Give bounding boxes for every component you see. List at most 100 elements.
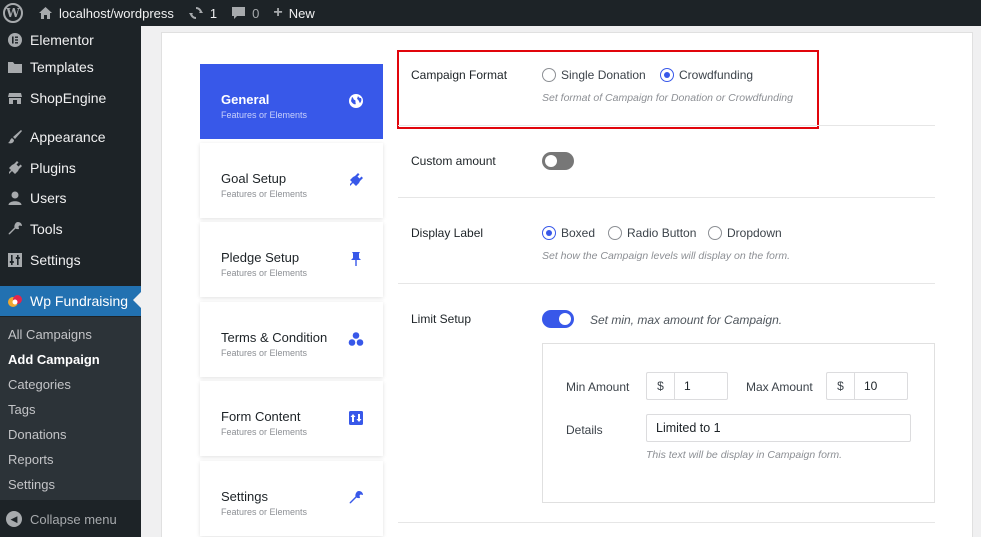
tab-settings[interactable]: Settings Features or Elements xyxy=(200,461,383,536)
tab-general[interactable]: General Features or Elements xyxy=(200,64,383,139)
radio-radio-button[interactable]: Radio Button xyxy=(608,226,696,240)
tab-subtitle: Features or Elements xyxy=(221,507,308,517)
sidebar-item-appearance[interactable]: Appearance xyxy=(0,123,141,151)
radio-label: Boxed xyxy=(561,226,596,240)
new-content-link[interactable]: + New xyxy=(266,0,321,26)
sidebar-item-tools[interactable]: Tools xyxy=(0,215,141,243)
plus-icon: + xyxy=(273,4,283,21)
sidebar-item-label: Elementor xyxy=(30,32,94,48)
campaign-format-hint: Set format of Campaign for Donation or C… xyxy=(542,92,793,104)
limit-setup-toggle[interactable] xyxy=(542,310,574,328)
tab-title: Settings xyxy=(221,489,268,504)
radio-circle-selected[interactable] xyxy=(542,226,556,240)
limit-setup-hint: Set min, max amount for Campaign. xyxy=(590,313,783,327)
wp-logo-menu[interactable]: W xyxy=(0,0,30,26)
user-icon xyxy=(6,189,24,207)
custom-amount-toggle[interactable] xyxy=(542,152,574,170)
tab-goal-setup[interactable]: Goal Setup Features or Elements xyxy=(200,143,383,218)
collapse-menu-button[interactable]: ◀ Collapse menu xyxy=(6,511,117,527)
submenu-categories[interactable]: Categories xyxy=(8,377,71,392)
details-hint: This text will be display in Campaign fo… xyxy=(646,449,843,461)
submenu-donations[interactable]: Donations xyxy=(8,427,67,442)
fundraising-icon xyxy=(6,292,24,310)
sidebar-item-wp-fundraising[interactable]: Wp Fundraising xyxy=(0,286,141,316)
plug-icon xyxy=(6,159,24,177)
sort-icon xyxy=(347,409,365,427)
limit-setup-label: Limit Setup xyxy=(411,312,472,326)
custom-amount-label: Custom amount xyxy=(411,154,496,168)
submenu-tags[interactable]: Tags xyxy=(8,402,35,417)
sidebar-item-templates[interactable]: Templates xyxy=(0,53,141,81)
sidebar-item-elementor[interactable]: Elementor xyxy=(0,26,141,54)
elementor-icon xyxy=(6,31,24,49)
tab-title: General xyxy=(221,92,270,107)
wordpress-logo-icon: W xyxy=(3,3,23,23)
submenu-settings[interactable]: Settings xyxy=(8,477,55,492)
submenu-all-campaigns[interactable]: All Campaigns xyxy=(8,327,92,342)
sidebar-item-label: Appearance xyxy=(30,129,106,145)
radio-dropdown[interactable]: Dropdown xyxy=(708,226,782,240)
min-currency-prefix: $ xyxy=(646,372,674,400)
admin-sidebar: Elementor Templates ShopEngine Appearanc… xyxy=(0,26,141,537)
globe-icon xyxy=(347,92,365,110)
updates-link[interactable]: 1 xyxy=(181,0,224,26)
sidebar-item-shopengine[interactable]: ShopEngine xyxy=(0,84,141,112)
min-amount-input[interactable] xyxy=(674,372,728,400)
shop-icon xyxy=(6,89,24,107)
tab-terms-condition[interactable]: Terms & Condition Features or Elements xyxy=(200,302,383,377)
sidebar-item-label: Plugins xyxy=(30,160,76,176)
sidebar-item-label: Templates xyxy=(30,59,94,75)
tab-subtitle: Features or Elements xyxy=(221,268,308,278)
tab-subtitle: Features or Elements xyxy=(221,348,308,358)
tab-subtitle: Features or Elements xyxy=(221,189,308,199)
sidebar-item-settings[interactable]: Settings xyxy=(0,246,141,274)
radio-label: Dropdown xyxy=(727,226,782,240)
sidebar-item-plugins[interactable]: Plugins xyxy=(0,154,141,182)
row-divider xyxy=(398,125,935,126)
tab-form-content[interactable]: Form Content Features or Elements xyxy=(200,381,383,456)
radio-circle[interactable] xyxy=(608,226,622,240)
details-input[interactable] xyxy=(646,414,911,442)
sidebar-item-label: Settings xyxy=(30,252,81,268)
submenu-add-campaign[interactable]: Add Campaign xyxy=(8,352,100,367)
sidebar-item-label: Users xyxy=(30,190,67,206)
radio-circle[interactable] xyxy=(708,226,722,240)
radio-crowdfunding[interactable]: Crowdfunding xyxy=(660,68,753,82)
site-name: localhost/wordpress xyxy=(59,5,174,21)
comments-count: 0 xyxy=(252,5,260,21)
tab-title: Pledge Setup xyxy=(221,250,300,265)
site-name-link[interactable]: localhost/wordpress xyxy=(30,0,181,26)
row-divider xyxy=(398,283,935,284)
tab-pledge-setup[interactable]: Pledge Setup Features or Elements xyxy=(200,222,383,297)
settings-icon xyxy=(6,251,24,269)
plug-icon xyxy=(347,171,365,189)
sidebar-item-users[interactable]: Users xyxy=(0,184,141,212)
radio-boxed[interactable]: Boxed xyxy=(542,226,595,240)
submenu-reports[interactable]: Reports xyxy=(8,452,54,467)
toggle-knob xyxy=(545,155,557,167)
home-icon xyxy=(38,6,53,20)
page-scrollbar[interactable] xyxy=(973,26,981,537)
display-label-label: Display Label xyxy=(411,226,484,240)
collapse-arrow-icon: ◀ xyxy=(6,511,22,527)
tab-title: Goal Setup xyxy=(221,171,287,186)
folder-icon xyxy=(6,58,24,76)
highlight-box xyxy=(397,50,819,129)
row-divider xyxy=(398,522,935,523)
cluster-icon xyxy=(347,330,365,348)
comments-link[interactable]: 0 xyxy=(224,0,266,26)
wrench-icon xyxy=(347,489,365,507)
radio-circle[interactable] xyxy=(542,68,556,82)
updates-count: 1 xyxy=(209,5,218,21)
pin-icon xyxy=(347,250,365,268)
radio-label: Radio Button xyxy=(627,226,697,240)
collapse-menu-label: Collapse menu xyxy=(30,511,117,527)
fundraising-submenu: All Campaigns Add Campaign Categories Ta… xyxy=(0,317,141,500)
radio-single-donation[interactable]: Single Donation xyxy=(542,68,646,82)
sidebar-item-label: ShopEngine xyxy=(30,90,107,106)
radio-circle-selected[interactable] xyxy=(660,68,674,82)
max-amount-input[interactable] xyxy=(854,372,908,400)
brush-icon xyxy=(6,128,24,146)
tab-subtitle: Features or Elements xyxy=(221,110,308,120)
sidebar-item-label: Wp Fundraising xyxy=(30,293,129,309)
